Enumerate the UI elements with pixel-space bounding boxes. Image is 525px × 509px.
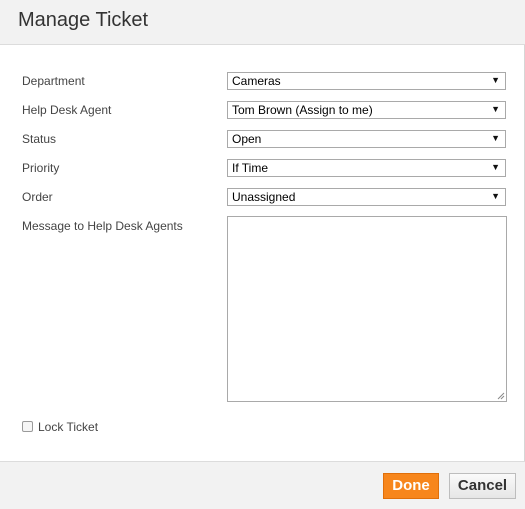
order-value: Unassigned xyxy=(232,190,296,204)
chevron-down-icon: ▼ xyxy=(491,104,500,114)
status-label: Status xyxy=(22,132,57,146)
done-button[interactable]: Done xyxy=(383,473,439,499)
resize-grip-icon[interactable] xyxy=(497,392,505,400)
message-textarea[interactable] xyxy=(227,216,507,402)
order-label: Order xyxy=(22,190,53,204)
department-label: Department xyxy=(22,74,85,88)
cancel-button[interactable]: Cancel xyxy=(449,473,516,499)
lock-ticket-label: Lock Ticket xyxy=(38,420,99,434)
dialog-footer: Done Cancel xyxy=(0,461,525,509)
dialog-header: Manage Ticket xyxy=(0,0,525,45)
chevron-down-icon: ▼ xyxy=(491,191,500,201)
chevron-down-icon: ▼ xyxy=(491,162,500,172)
lock-ticket-checkbox[interactable] xyxy=(22,421,33,432)
chevron-down-icon: ▼ xyxy=(491,133,500,143)
agent-value: Tom Brown (Assign to me) xyxy=(232,103,373,117)
department-value: Cameras xyxy=(232,74,281,88)
department-select[interactable]: Cameras ▼ xyxy=(227,72,506,90)
status-value: Open xyxy=(232,132,262,146)
manage-ticket-dialog: Manage Ticket Department Cameras ▼ Help … xyxy=(0,0,525,509)
agent-select[interactable]: Tom Brown (Assign to me) ▼ xyxy=(227,101,506,119)
message-label: Message to Help Desk Agents xyxy=(22,219,183,233)
chevron-down-icon: ▼ xyxy=(491,75,500,85)
priority-select[interactable]: If Time ▼ xyxy=(227,159,506,177)
status-select[interactable]: Open ▼ xyxy=(227,130,506,148)
priority-label: Priority xyxy=(22,161,60,175)
agent-label: Help Desk Agent xyxy=(22,103,112,117)
order-select[interactable]: Unassigned ▼ xyxy=(227,188,506,206)
priority-value: If Time xyxy=(232,161,269,175)
dialog-title: Manage Ticket xyxy=(18,9,149,31)
